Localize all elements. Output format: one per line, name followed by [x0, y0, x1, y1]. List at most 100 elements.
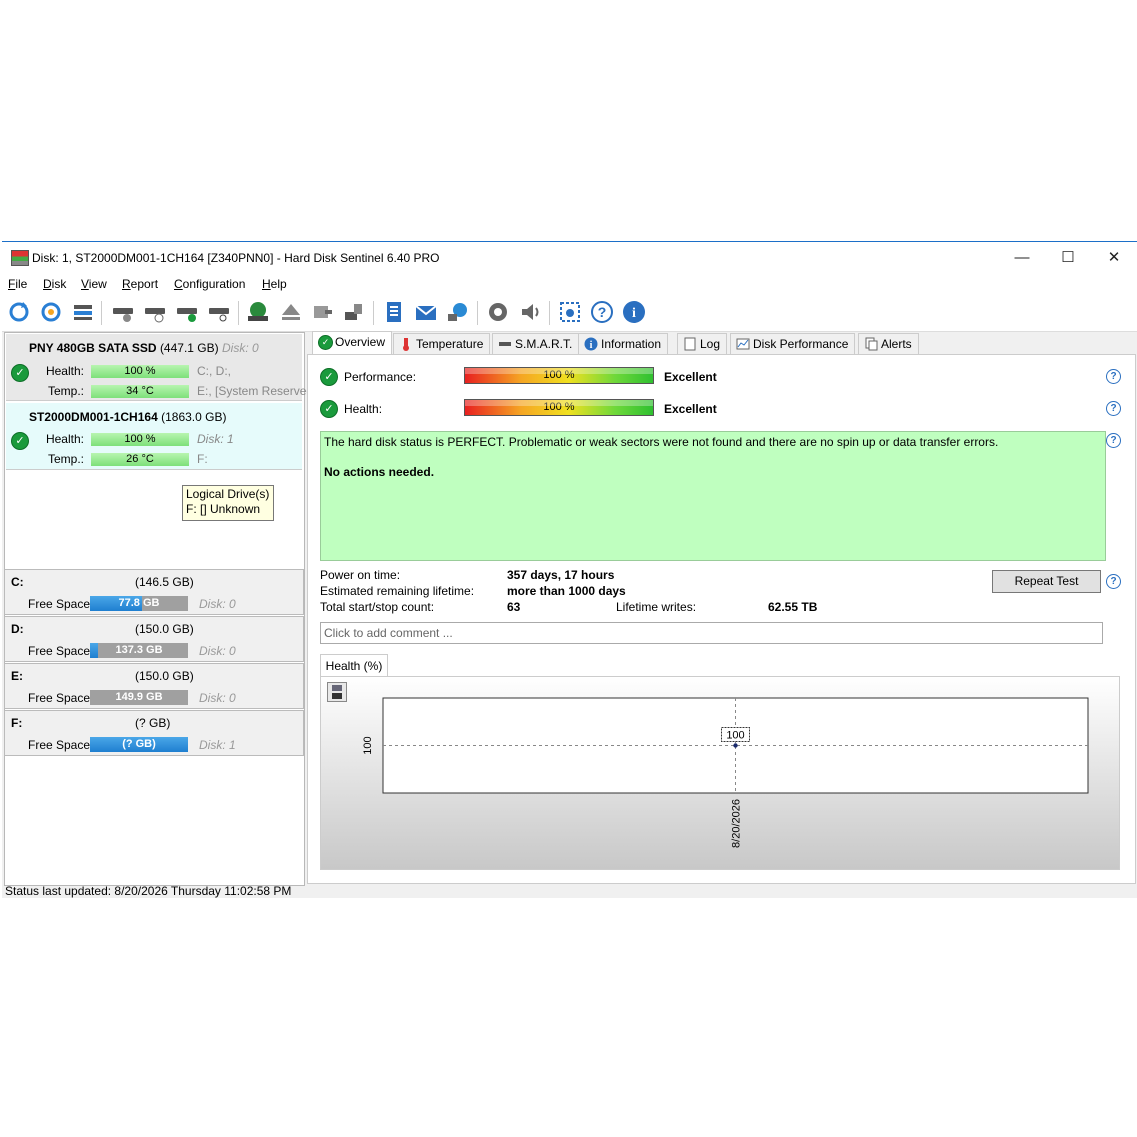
health-rating: Excellent: [664, 402, 717, 416]
temp-bar: 26 °C: [91, 453, 189, 466]
network-disk-icon[interactable]: [342, 300, 366, 324]
x-tick-label: 8/20/2026: [731, 799, 743, 848]
status-text: The hard disk status is PERFECT. Problem…: [324, 435, 999, 449]
drive-letters: C:, D:,: [197, 364, 232, 378]
free-space-bar: (? GB): [90, 737, 188, 752]
menu-help[interactable]: Help: [262, 277, 287, 291]
window-title: Disk: 1, ST2000DM001-1CH164 [Z340PNN0] -…: [32, 251, 440, 265]
free-space-bar: 137.3 GB: [90, 643, 188, 658]
lifetime-label: Estimated remaining lifetime:: [320, 584, 475, 598]
screenshot-icon[interactable]: [558, 300, 582, 324]
volume-c[interactable]: C: (146.5 GB) Free Space 77.8 GB Disk: 0: [4, 569, 304, 615]
temp-label: Temp.:: [47, 384, 84, 398]
disk-icon: [499, 342, 511, 346]
speaker-icon[interactable]: [518, 300, 542, 324]
tab-disk-performance[interactable]: Disk Performance: [730, 333, 856, 354]
status-action: No actions needed.: [324, 465, 435, 479]
disk-card-1[interactable]: ST2000DM001-1CH164 (1863.0 GB) ✓ Health:…: [6, 403, 302, 470]
svg-text:i: i: [590, 340, 593, 351]
disk-name: ST2000DM001-1CH164 (1863.0 GB): [29, 410, 226, 424]
tab-log[interactable]: Log: [677, 333, 728, 354]
chart-icon: [736, 338, 750, 350]
health-bar: 100 %: [464, 399, 654, 416]
title-bar: Disk: 1, ST2000DM001-1CH164 [Z340PNN0] -…: [2, 242, 1137, 273]
app-window: Disk: 1, ST2000DM001-1CH164 [Z340PNN0] -…: [2, 241, 1137, 898]
health-label: Health:: [45, 364, 84, 378]
tab-temperature[interactable]: Temperature: [393, 333, 491, 354]
help-icon[interactable]: ?: [1106, 369, 1121, 384]
menu-disk[interactable]: Disk: [43, 277, 66, 291]
help-icon[interactable]: ?: [590, 300, 614, 324]
status-box: The hard disk status is PERFECT. Problem…: [320, 431, 1106, 561]
disk-test-icon[interactable]: [111, 300, 135, 324]
minimize-button[interactable]: —: [999, 242, 1045, 273]
toolbar-separator: [101, 301, 102, 325]
volume-disk: Disk: 1: [199, 738, 236, 752]
volume-size: (? GB): [135, 716, 171, 730]
eject-icon[interactable]: [279, 300, 303, 324]
disk-name: PNY 480GB SATA SSD (447.1 GB) Disk: 0: [29, 341, 259, 355]
email-icon[interactable]: [414, 300, 438, 324]
volume-f[interactable]: F: (? GB) Free Space (? GB) Disk: 1: [4, 710, 304, 756]
network-report-icon[interactable]: [446, 300, 470, 324]
writes-label: Lifetime writes:: [616, 600, 697, 614]
tab-information[interactable]: i Information: [578, 333, 669, 354]
toolbar: ? i: [2, 295, 1137, 332]
globe-disk-icon[interactable]: [246, 300, 270, 324]
maximize-button[interactable]: ☐: [1045, 242, 1091, 273]
help-icon[interactable]: ?: [1106, 574, 1121, 589]
info-icon: i: [584, 337, 598, 351]
help-icon[interactable]: ?: [1106, 433, 1121, 448]
performance-label: Performance:: [344, 370, 417, 384]
free-space-value: 149.9 GB: [115, 691, 163, 703]
gear-icon[interactable]: [486, 300, 510, 324]
lifetime-value: more than 1000 days: [507, 584, 626, 598]
free-space-value: 137.3 GB: [115, 644, 163, 656]
disk-ref: Disk: 0: [221, 341, 259, 355]
disk-ref: Disk: 1: [197, 432, 234, 446]
volume-e[interactable]: E: (150.0 GB) Free Space 149.9 GB Disk: …: [4, 663, 304, 709]
disk-ok-icon[interactable]: [175, 300, 199, 324]
free-space-label: Free Space: [28, 738, 91, 752]
svg-text:i: i: [632, 306, 636, 321]
tab-label: S.M.A.R.T.: [515, 337, 573, 351]
refresh-all-icon[interactable]: [39, 300, 63, 324]
disk-list-icon[interactable]: [71, 300, 95, 324]
volume-size: (146.5 GB): [135, 575, 194, 589]
health-chart-area: 100 8/20/2026 100: [320, 676, 1120, 870]
free-space-label: Free Space: [28, 597, 91, 611]
overview-panel: ✓ Performance: 100 % Excellent ? ✓ Healt…: [307, 354, 1136, 884]
repeat-test-button[interactable]: Repeat Test: [992, 570, 1101, 593]
tab-overview[interactable]: ✓ Overview: [312, 331, 393, 355]
help-icon[interactable]: ?: [1106, 401, 1121, 416]
menu-view[interactable]: View: [81, 277, 107, 291]
menu-configuration[interactable]: Configuration: [174, 277, 245, 291]
about-icon[interactable]: i: [622, 300, 646, 324]
volume-d[interactable]: D: (150.0 GB) Free Space 137.3 GB Disk: …: [4, 616, 304, 662]
refresh-icon[interactable]: [7, 300, 31, 324]
disk-search-icon[interactable]: [207, 300, 231, 324]
disk-card-0[interactable]: PNY 480GB SATA SSD (447.1 GB) Disk: 0 ✓ …: [6, 334, 316, 401]
report-icon[interactable]: [382, 300, 406, 324]
health-bar: 100 %: [91, 433, 189, 446]
startstop-value: 63: [507, 600, 521, 614]
disk-schedule-icon[interactable]: [143, 300, 167, 324]
logical-drives-tooltip: Logical Drive(s) F: [] Unknown: [182, 485, 274, 521]
comment-input[interactable]: Click to add comment ...: [320, 622, 1103, 644]
details-pane: ✓ Overview Temperature S.M.A.R.T. i Info…: [307, 331, 1137, 884]
menu-file[interactable]: File: [8, 277, 27, 291]
usb-disk-icon[interactable]: [311, 300, 335, 324]
close-button[interactable]: ✕: [1091, 242, 1137, 273]
tab-alerts[interactable]: Alerts: [858, 333, 919, 354]
tab-label: Information: [601, 337, 662, 351]
menu-report[interactable]: Report: [122, 277, 158, 291]
drive-letters-2: E:, [System Reserved]: [197, 384, 317, 398]
power-on-label: Power on time:: [320, 568, 401, 582]
toolbar-separator: [238, 301, 239, 325]
free-space-label: Free Space: [28, 691, 91, 705]
volume-size: (150.0 GB): [135, 622, 194, 636]
health-chart-tab[interactable]: Health (%): [320, 654, 388, 677]
y-tick-label: 100: [362, 736, 374, 754]
tab-smart[interactable]: S.M.A.R.T.: [492, 333, 580, 354]
thermometer-icon: [403, 338, 409, 351]
